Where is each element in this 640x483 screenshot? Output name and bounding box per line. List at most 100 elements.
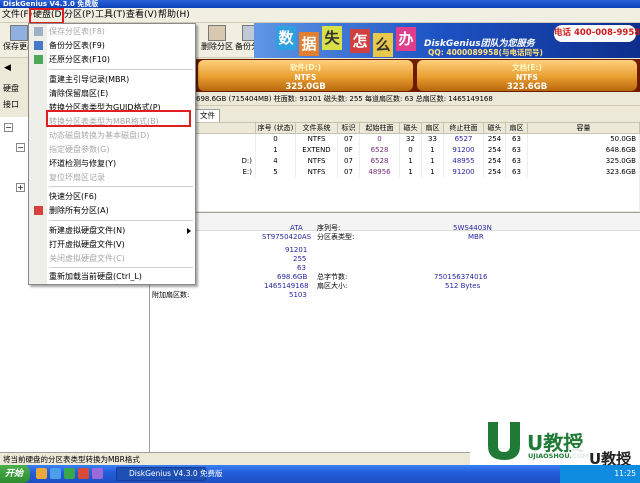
col-header[interactable]: 文件系统: [295, 122, 338, 134]
tab-strip: 文件: [150, 108, 640, 122]
start-button[interactable]: 开始: [0, 465, 30, 483]
menu-separator: [49, 186, 193, 187]
col-header[interactable]: 磁头: [483, 122, 506, 134]
submenu-arrow-icon: [187, 228, 191, 234]
quicklaunch-icon[interactable]: [78, 468, 89, 479]
menu-item-save-table: 保存分区表(F8): [49, 27, 105, 36]
menu-item-bad-sector-check[interactable]: 坏道检测与修复(Y): [49, 158, 116, 169]
window-title: DiskGenius V4.3.0 免费版: [3, 0, 99, 8]
cell-sector: 63: [505, 144, 528, 156]
menu-item-clear-reserved[interactable]: 清除保留扇区(E): [49, 88, 108, 99]
menu-item-reload-disk[interactable]: 重新加载当前硬盘(Ctrl_L): [49, 271, 142, 282]
menu-item-new-virtual-disk[interactable]: 新建虚拟硬盘文件(N): [49, 225, 125, 236]
detail-extra-sectors-label: 附加扇区数:: [152, 291, 190, 299]
menu-partition[interactable]: 分区(P): [64, 8, 94, 23]
volume-size: 325.0GB: [285, 82, 326, 92]
table-header-row: 序号 (状态) 文件系统 标识 起始柱面 磁头 扇区 终止柱面 磁头 扇区 容量: [150, 122, 640, 134]
col-header[interactable]: 容量: [527, 122, 640, 134]
detail-sector-size-value: 512 Bytes: [445, 282, 481, 290]
col-header[interactable]: 磁头: [399, 122, 422, 134]
detail-total-bytes-label: 总字节数:: [317, 273, 348, 281]
tab-files[interactable]: 文件: [195, 109, 220, 122]
delete-partition-button[interactable]: 删除分区: [200, 25, 234, 56]
detail-serial-label: 序列号:: [317, 224, 341, 232]
menu-item-quick-partition[interactable]: 快速分区(F6): [49, 191, 97, 202]
cell-start-cyl: 6528: [359, 144, 400, 156]
cell-head: 254: [483, 144, 506, 156]
backup-table-icon: [34, 41, 43, 50]
ad-banner[interactable]: 数 据 失 怎 么 办 DiskGenius团队为您服务 QQ: 4000089…: [254, 23, 640, 58]
col-header[interactable]: 扇区: [421, 122, 444, 134]
delete-partition-icon: [208, 25, 226, 41]
quicklaunch-icon[interactable]: [92, 468, 103, 479]
detail-capacity-value: 698.6GB: [277, 273, 308, 281]
menu-view[interactable]: 查看(V): [126, 8, 157, 23]
menu-item-disk-params: 指定硬盘参数(G): [49, 145, 110, 154]
menu-item-open-virtual-disk[interactable]: 打开虚拟硬盘文件(V): [49, 239, 125, 250]
taskbar: 开始 DiskGenius V4.3.0 免费版 11:25: [0, 465, 640, 483]
table-row[interactable]: 0 NTFS 07 0 32 33 6527 254 63 50.0GB: [150, 133, 640, 145]
cell-end-cyl: 91200: [443, 166, 484, 178]
volume-d-block[interactable]: 软件(D:) NTFS 325.0GB: [198, 60, 413, 92]
menu-separator: [49, 220, 193, 221]
disk-menu-highlight: [29, 8, 64, 24]
taskbar-app-button[interactable]: DiskGenius V4.3.0 免费版: [116, 467, 223, 481]
tree-expand-icon[interactable]: −: [4, 123, 13, 132]
convert-mbr-highlight: [46, 110, 191, 127]
cell-sector: 1: [421, 166, 444, 178]
cell-index: 0: [255, 133, 296, 145]
partition-table: 序号 (状态) 文件系统 标识 起始柱面 磁头 扇区 终止柱面 磁头 扇区 容量…: [150, 122, 640, 211]
col-header[interactable]: 终止柱面: [443, 122, 484, 134]
cell-capacity: 325.0GB: [527, 155, 640, 167]
cell-end-cyl: 6527: [443, 133, 484, 145]
detail-cylinders-value: 91201: [285, 246, 308, 254]
volume-e-block[interactable]: 文档(E:) NTFS 323.6GB: [417, 60, 637, 92]
detail-interface-value: ATA: [290, 224, 303, 232]
status-bar: 将当前硬盘的分区表类型转换为MBR格式: [0, 452, 470, 465]
cell-id: 07: [337, 155, 360, 167]
menu-item-delete-all[interactable]: 删除所有分区(A): [49, 205, 109, 216]
quicklaunch-icon[interactable]: [64, 468, 75, 479]
save-icon: [10, 25, 28, 41]
menu-file[interactable]: 文件(F): [2, 8, 32, 23]
detail-sectors-value: 63: [297, 264, 306, 272]
cell-index: 1: [255, 144, 296, 156]
cell-head: 0: [399, 144, 422, 156]
table-row[interactable]: D:) 4 NTFS 07 6528 1 1 48955 254 63 325.…: [150, 155, 640, 167]
banner-phone: 电话 400-008-9958: [554, 25, 640, 42]
details-divider: [150, 213, 640, 231]
cell-id: 07: [337, 133, 360, 145]
detail-total-sectors-value: 1465149168: [264, 282, 309, 290]
volume-name: 文档(E:): [512, 63, 542, 72]
back-arrow-icon[interactable]: ◀: [4, 63, 11, 73]
table-row[interactable]: 1 EXTEND 0F 6528 0 1 91200 254 63 648.6G…: [150, 144, 640, 156]
menu-item-restore-table[interactable]: 还原分区表(F10): [49, 54, 110, 65]
banner-tile: 怎: [350, 29, 370, 53]
menu-item-backup-table[interactable]: 备份分区表(F9): [49, 40, 105, 51]
cell-capacity: 323.6GB: [527, 166, 640, 178]
disk-label: 硬盘: [3, 84, 19, 93]
detail-sector-size-label: 扇区大小:: [317, 282, 348, 290]
cell-sector: 1: [421, 144, 444, 156]
menu-item-rebuild-mbr[interactable]: 重建主引导记录(MBR): [49, 74, 129, 85]
quicklaunch-icon[interactable]: [50, 468, 61, 479]
cell-capacity: 50.0GB: [527, 133, 640, 145]
cell-sector: 63: [505, 155, 528, 167]
cell-head: 254: [483, 133, 506, 145]
detail-total-bytes-value: 750156374016: [434, 273, 488, 281]
tree-expand-icon[interactable]: +: [16, 183, 25, 192]
menu-tools[interactable]: 工具(T): [95, 8, 126, 23]
tree-expand-icon[interactable]: −: [16, 143, 25, 152]
system-tray: 11:25: [560, 465, 640, 483]
col-header[interactable]: 标识: [337, 122, 360, 134]
cell-start-cyl: 0: [359, 133, 400, 145]
banner-tile: 数: [276, 26, 296, 50]
col-header[interactable]: 扇区: [505, 122, 528, 134]
menu-help[interactable]: 帮助(H): [158, 8, 190, 23]
col-header[interactable]: 起始柱面: [359, 122, 400, 134]
quicklaunch-icon[interactable]: [36, 468, 47, 479]
col-header[interactable]: 序号 (状态): [255, 122, 296, 134]
table-row[interactable]: E:) 5 NTFS 07 48956 1 1 91200 254 63 323…: [150, 166, 640, 178]
menu-separator: [49, 267, 193, 268]
banner-tile: 失: [322, 26, 342, 50]
